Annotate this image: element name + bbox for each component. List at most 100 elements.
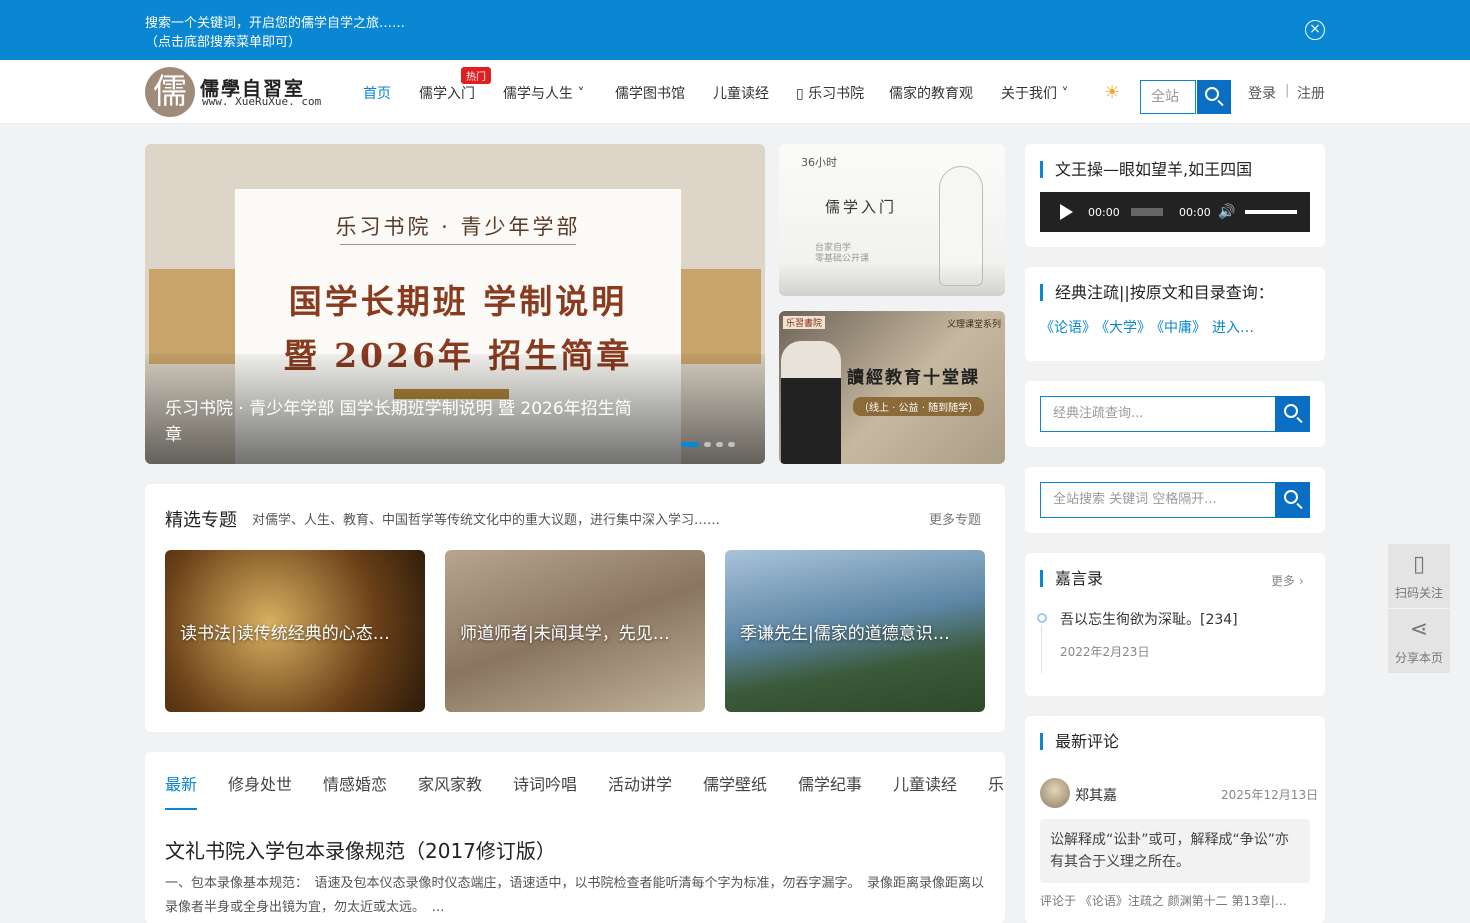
- site-search-input[interactable]: 全站搜索 关键词 空格隔开...: [1040, 482, 1276, 518]
- promo-wave-decoration: [779, 262, 1005, 296]
- tab-children-reading[interactable]: 儿童读经: [893, 771, 957, 795]
- link-enter[interactable]: 进入…: [1212, 320, 1254, 336]
- classics-widget: 经典注疏||按原文和目录查询： 《论语》 《大学》 《中庸》 进入…: [1025, 267, 1325, 361]
- quote-date: 2022年2月23日: [1060, 645, 1150, 659]
- classics-search-button[interactable]: [1275, 396, 1310, 432]
- quotes-widget: 嘉言录 更多 › 吾以忘生徇欲为深耻。[234] 2022年2月23日: [1025, 553, 1325, 696]
- comments-title: 最新评论: [1040, 733, 1119, 750]
- featured-more-link[interactable]: 更多专题: [929, 509, 981, 528]
- search-icon: [1205, 87, 1219, 101]
- hot-badge: 热门: [461, 67, 491, 84]
- promo-intro-course[interactable]: 36小时 儒学入门 台家自学 零基础公开课: [779, 144, 1005, 296]
- tab-academy[interactable]: 乐: [988, 771, 1004, 795]
- nav-academy[interactable]: ▯ 乐习书院: [796, 83, 864, 103]
- logo-url: www. XueRuXue. com: [202, 95, 322, 108]
- quote-text[interactable]: 吾以忘生徇欲为深耻。[234]: [1060, 609, 1238, 629]
- audio-title: 文王操—眼如望羊,如王四国: [1040, 161, 1252, 178]
- link-lunyu[interactable]: 《论语》: [1040, 320, 1096, 336]
- carousel-dot[interactable]: [704, 442, 711, 447]
- volume-slider[interactable]: [1245, 210, 1297, 214]
- tab-relationships[interactable]: 情感婚恋: [323, 771, 387, 795]
- nav-education[interactable]: 儒家的教育观: [889, 83, 973, 103]
- audio-current-time: 00:00: [1088, 206, 1120, 219]
- carousel-caption[interactable]: 乐习书院 · 青少年学部 国学长期班学制说明 暨 2026年招生简章: [165, 396, 635, 448]
- header-search-input[interactable]: 全站: [1140, 80, 1196, 114]
- login-separator: |: [1285, 83, 1290, 98]
- timeline-dot-icon: [1037, 613, 1047, 623]
- featured-topics: 精选专题 对儒学、人生、教育、中国哲学等传统文化中的重大议题，进行集中深入学习……: [145, 484, 1005, 732]
- tab-self-cultivation[interactable]: 修身处世: [228, 771, 292, 795]
- carousel-gold-left: [149, 269, 239, 364]
- promo-title: 儒学入门: [825, 198, 898, 216]
- comment-source[interactable]: 评论于 《论语》注疏之 颜渊第十二 第13章|…: [1040, 892, 1310, 909]
- tab-poetry[interactable]: 诗词吟唱: [513, 771, 577, 795]
- header-search-button[interactable]: [1197, 80, 1231, 114]
- article-title[interactable]: 文礼书院入学包本录像规范（2017修订版）: [165, 835, 556, 864]
- lecturer-photo: [781, 341, 841, 464]
- carousel-dots: [681, 432, 740, 451]
- tab-family[interactable]: 家风家教: [418, 771, 482, 795]
- tab-latest[interactable]: 最新: [165, 771, 197, 795]
- nav-home[interactable]: 首页: [363, 83, 391, 103]
- audio-player: 00:00 00:00 🔊: [1040, 192, 1310, 232]
- close-icon[interactable]: ×: [1305, 20, 1325, 40]
- nav-library[interactable]: 儒学图书馆: [615, 83, 685, 103]
- site-search-button[interactable]: [1275, 482, 1310, 518]
- promo-ten-lessons[interactable]: 乐習書院 义理课堂系列 讀經教育十堂課 （线上 · 公益 · 随到随学）: [779, 311, 1005, 464]
- tab-wallpapers[interactable]: 儒学壁纸: [703, 771, 767, 795]
- register-link[interactable]: 注册: [1297, 83, 1325, 103]
- site-search-widget: 全站搜索 关键词 空格隔开...: [1025, 467, 1325, 533]
- volume-icon[interactable]: 🔊: [1218, 204, 1238, 220]
- theme-sun-icon[interactable]: ☀: [1104, 83, 1124, 103]
- tab-chronicle[interactable]: 儒学纪事: [798, 771, 862, 795]
- qr-icon: ▯: [1412, 552, 1426, 577]
- search-icon: [1284, 490, 1298, 504]
- carousel-dot[interactable]: [716, 442, 723, 447]
- topic-card-label: 读书法|读传统经典的心态…: [180, 624, 390, 644]
- hero-carousel[interactable]: 乐习书院 · 青少年学部 国学长期班 学制说明 暨 2026年 招生简章 乐习书…: [145, 144, 765, 464]
- classics-search-widget: 经典注疏查询...: [1025, 381, 1325, 447]
- article-excerpt: 一、包本录像基本规范： 语速及包本仪态录像时仪态端庄，语速适中，以书院检查者能听…: [165, 876, 985, 915]
- qr-follow-button[interactable]: ▯ 扫码关注: [1388, 544, 1450, 608]
- slide-divider: [340, 244, 576, 245]
- featured-desc: 对儒学、人生、教育、中国哲学等传统文化中的重大议题，进行集中深入学习……: [252, 513, 721, 528]
- topic-card[interactable]: 师道师者|未闻其学，先见…: [445, 550, 705, 712]
- share-icon: ⋖: [1409, 617, 1429, 642]
- promo-lessons-badge: （线上 · 公益 · 随到随学）: [853, 397, 985, 416]
- comment-body[interactable]: 讼解释成“讼卦”或可，解释成“争讼”亦有其合于义理之所在。: [1040, 819, 1310, 883]
- nav-children[interactable]: 儿童读经: [713, 83, 769, 103]
- topic-card-label: 师道师者|未闻其学，先见…: [460, 624, 670, 644]
- nav-about[interactable]: 关于我们 ˅: [1001, 83, 1068, 103]
- classics-search-input[interactable]: 经典注疏查询...: [1040, 396, 1276, 432]
- logo-icon[interactable]: 儒: [145, 67, 195, 117]
- nav-intro[interactable]: 儒学入门: [419, 83, 475, 103]
- login-link[interactable]: 登录: [1248, 83, 1276, 103]
- promo-academy-tag: 乐習書院: [783, 316, 826, 329]
- audio-widget: 文王操—眼如望羊,如王四国 00:00 00:00 🔊: [1025, 144, 1325, 247]
- share-button[interactable]: ⋖ 分享本页: [1388, 609, 1450, 673]
- banner-line-1: 搜索一个关键词，开启您的儒学自学之旅……: [145, 16, 406, 31]
- timeline-line: [1041, 625, 1042, 673]
- carousel-dot[interactable]: [681, 442, 699, 447]
- quotes-more-link[interactable]: 更多 ›: [1271, 572, 1304, 589]
- play-icon[interactable]: [1060, 204, 1073, 220]
- classics-links: 《论语》 《大学》 《中庸》 进入…: [1040, 317, 1260, 337]
- comments-widget: 最新评论 郑其嘉 2025年12月13日 讼解释成“讼卦”或可，解释成“争讼”亦…: [1025, 716, 1325, 923]
- avatar: [1040, 778, 1070, 808]
- link-zhongyong[interactable]: 《中庸》: [1157, 320, 1206, 336]
- featured-title: 精选专题: [165, 510, 237, 531]
- comment-user[interactable]: 郑其嘉: [1075, 785, 1117, 805]
- active-tab-underline: [165, 808, 197, 810]
- topic-card[interactable]: 读书法|读传统经典的心态…: [165, 550, 425, 712]
- audio-progress-track[interactable]: [1131, 208, 1163, 216]
- comment-date: 2025年12月13日: [1221, 788, 1319, 802]
- topic-card-label: 季谦先生|儒家的道德意识…: [740, 624, 950, 644]
- nav-life[interactable]: 儒学与人生 ˅: [503, 83, 584, 103]
- link-daxue[interactable]: 《大学》: [1102, 320, 1151, 336]
- audio-duration: 00:00: [1179, 206, 1211, 219]
- site-header: 儒 儒學自習室 www. XueRuXue. com 首页 儒学入门 热门 儒学…: [0, 60, 1470, 124]
- promo-lessons-title: 讀經教育十堂課: [847, 368, 980, 388]
- carousel-dot[interactable]: [728, 442, 735, 447]
- tab-lectures[interactable]: 活动讲学: [608, 771, 672, 795]
- topic-card[interactable]: 季谦先生|儒家的道德意识…: [725, 550, 985, 712]
